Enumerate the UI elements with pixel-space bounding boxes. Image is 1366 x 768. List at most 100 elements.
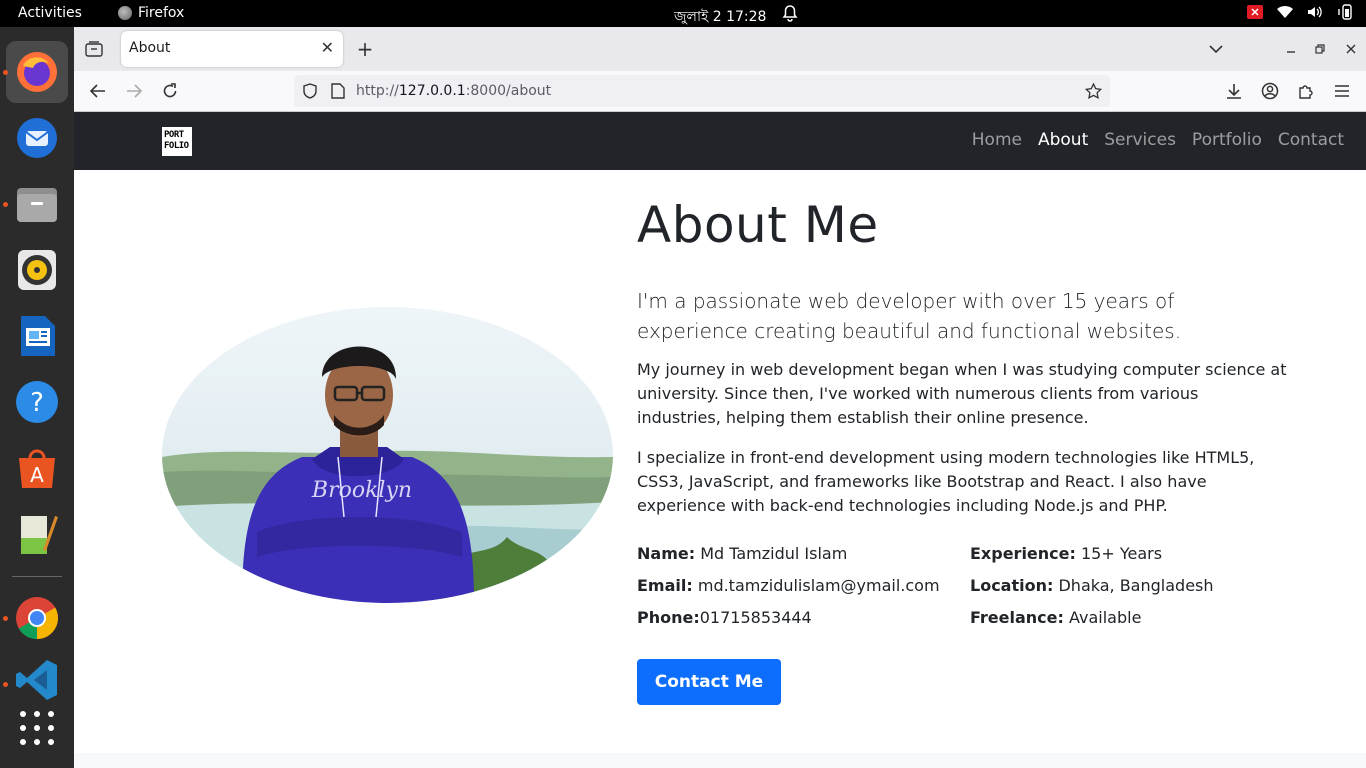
svg-text:?: ? [30,388,44,418]
files-icon [17,188,57,222]
running-indicator [3,70,8,75]
nav-link-home[interactable]: Home [972,130,1022,150]
about-paragraph-2: I specialize in front-end development us… [637,448,1255,515]
logo-line-1: PORT [164,130,184,140]
info-location-label: Location: [970,576,1054,595]
dock-files[interactable] [6,173,68,235]
dock-chrome[interactable] [6,587,68,649]
dock-help[interactable]: ? [6,371,68,433]
app-grid-icon [20,711,54,745]
restore-icon [1315,44,1325,54]
info-name-value: Md Tamzidul Islam [695,544,848,563]
firefox-view-button[interactable] [82,38,106,60]
app-menu-button[interactable] [1331,81,1353,101]
firefox-view-icon [85,41,103,57]
minimize-button[interactable] [1282,39,1300,59]
dock-app-grid[interactable] [6,697,68,759]
info-location: Location: Dhaka, Bangladesh [970,574,1290,598]
firefox-small-icon [118,6,132,20]
nav-link-about[interactable]: About [1038,130,1088,150]
list-all-tabs-button[interactable] [1205,39,1227,59]
dock-app-center[interactable]: A [6,437,68,499]
back-arrow-icon [90,84,105,98]
extensions-puzzle-icon [1299,85,1313,99]
page-title: About Me [637,196,879,254]
info-name-label: Name: [637,544,696,563]
app-center-icon: A [19,449,55,488]
restore-button[interactable] [1311,39,1329,59]
dock-separator [12,576,62,577]
next-section-edge [74,753,1366,768]
clock[interactable]: জুলাই 2 17:28 [674,5,766,29]
tab-title: About [129,40,171,56]
account-button[interactable] [1259,81,1281,101]
profile-photo: Brooklyn [162,307,613,603]
notification-bell-icon [782,5,798,22]
new-tab-button[interactable]: + [354,37,376,61]
chevron-down-icon [1209,44,1223,53]
svg-text:A: A [30,463,44,487]
help-icon: ? [16,381,58,423]
download-icon [1227,84,1241,99]
url-text[interactable]: http://127.0.0.1:8000/about [356,83,551,99]
forward-button[interactable] [123,81,145,101]
info-phone-value: 01715853444 [699,608,812,627]
url-scheme: http:// [356,83,399,99]
dock-thunderbird[interactable] [6,107,68,169]
navigation-toolbar: http://127.0.0.1:8000/about [74,71,1366,112]
reload-button[interactable] [159,81,181,101]
close-icon [1346,44,1356,54]
info-phone-label: Phone: [637,608,700,627]
system-top-bar: Activities Firefox জুলাই 2 17:28 [0,0,1366,27]
site-nav-links: Home About Services Portfolio Contact [972,130,1344,150]
info-freelance-value: Available [1063,608,1142,627]
tracking-protection-shield-icon[interactable] [302,83,318,99]
dock-writer[interactable] [6,305,68,367]
chrome-icon [16,597,59,639]
info-email-label: Email: [637,576,693,595]
plus-icon: + [356,37,374,61]
system-tray[interactable] [1246,4,1354,20]
info-freelance-label: Freelance: [970,608,1064,627]
info-location-value: Dhaka, Bangladesh [1053,576,1214,595]
info-experience-value: 15+ Years [1075,544,1163,563]
app-menu[interactable]: Firefox [118,5,184,21]
downloads-button[interactable] [1223,81,1245,101]
text-editor-icon [21,516,58,554]
nav-link-contact[interactable]: Contact [1278,130,1344,150]
nav-link-portfolio[interactable]: Portfolio [1192,130,1262,150]
url-path: :8000/about [465,83,552,99]
dock: ? A [0,27,74,768]
forward-arrow-icon [127,84,142,98]
logo-line-2: FOLIO [164,141,189,151]
tab-about[interactable]: About ✕ [121,31,343,67]
dock-rhythmbox[interactable] [6,239,68,301]
site-logo[interactable]: PORT FOLIO [162,127,192,156]
wifi-icon [1277,5,1293,18]
screen-share-icon [1247,5,1263,19]
extensions-button[interactable] [1295,81,1317,101]
shirt-print: Brooklyn [311,478,412,503]
writer-icon [21,316,55,356]
about-section: About Me I'm a passionate web developer … [637,192,1287,705]
running-indicator [3,682,8,687]
hamburger-menu-icon [1335,85,1349,97]
tab-close-icon[interactable]: ✕ [321,38,334,57]
nav-link-services[interactable]: Services [1104,130,1176,150]
dock-firefox[interactable] [6,41,68,103]
about-lead: I'm a passionate web developer with over… [637,289,1182,343]
dock-text-editor[interactable] [6,503,68,565]
url-bar[interactable]: http://127.0.0.1:8000/about [294,75,1110,107]
back-button[interactable] [87,81,109,101]
info-experience-label: Experience: [970,544,1076,563]
web-page: PORT FOLIO Home About Services Portfolio… [74,112,1366,768]
close-window-button[interactable] [1342,39,1360,59]
volume-icon [1308,6,1322,18]
rhythmbox-icon [18,250,56,290]
page-info-icon[interactable] [331,83,345,99]
running-indicator [3,202,8,207]
contact-me-button[interactable]: Contact Me [637,659,781,705]
info-email: Email: md.tamzidulislam@ymail.com [637,574,970,598]
bookmark-star-icon[interactable] [1085,83,1102,99]
activities-button[interactable]: Activities [18,5,82,21]
